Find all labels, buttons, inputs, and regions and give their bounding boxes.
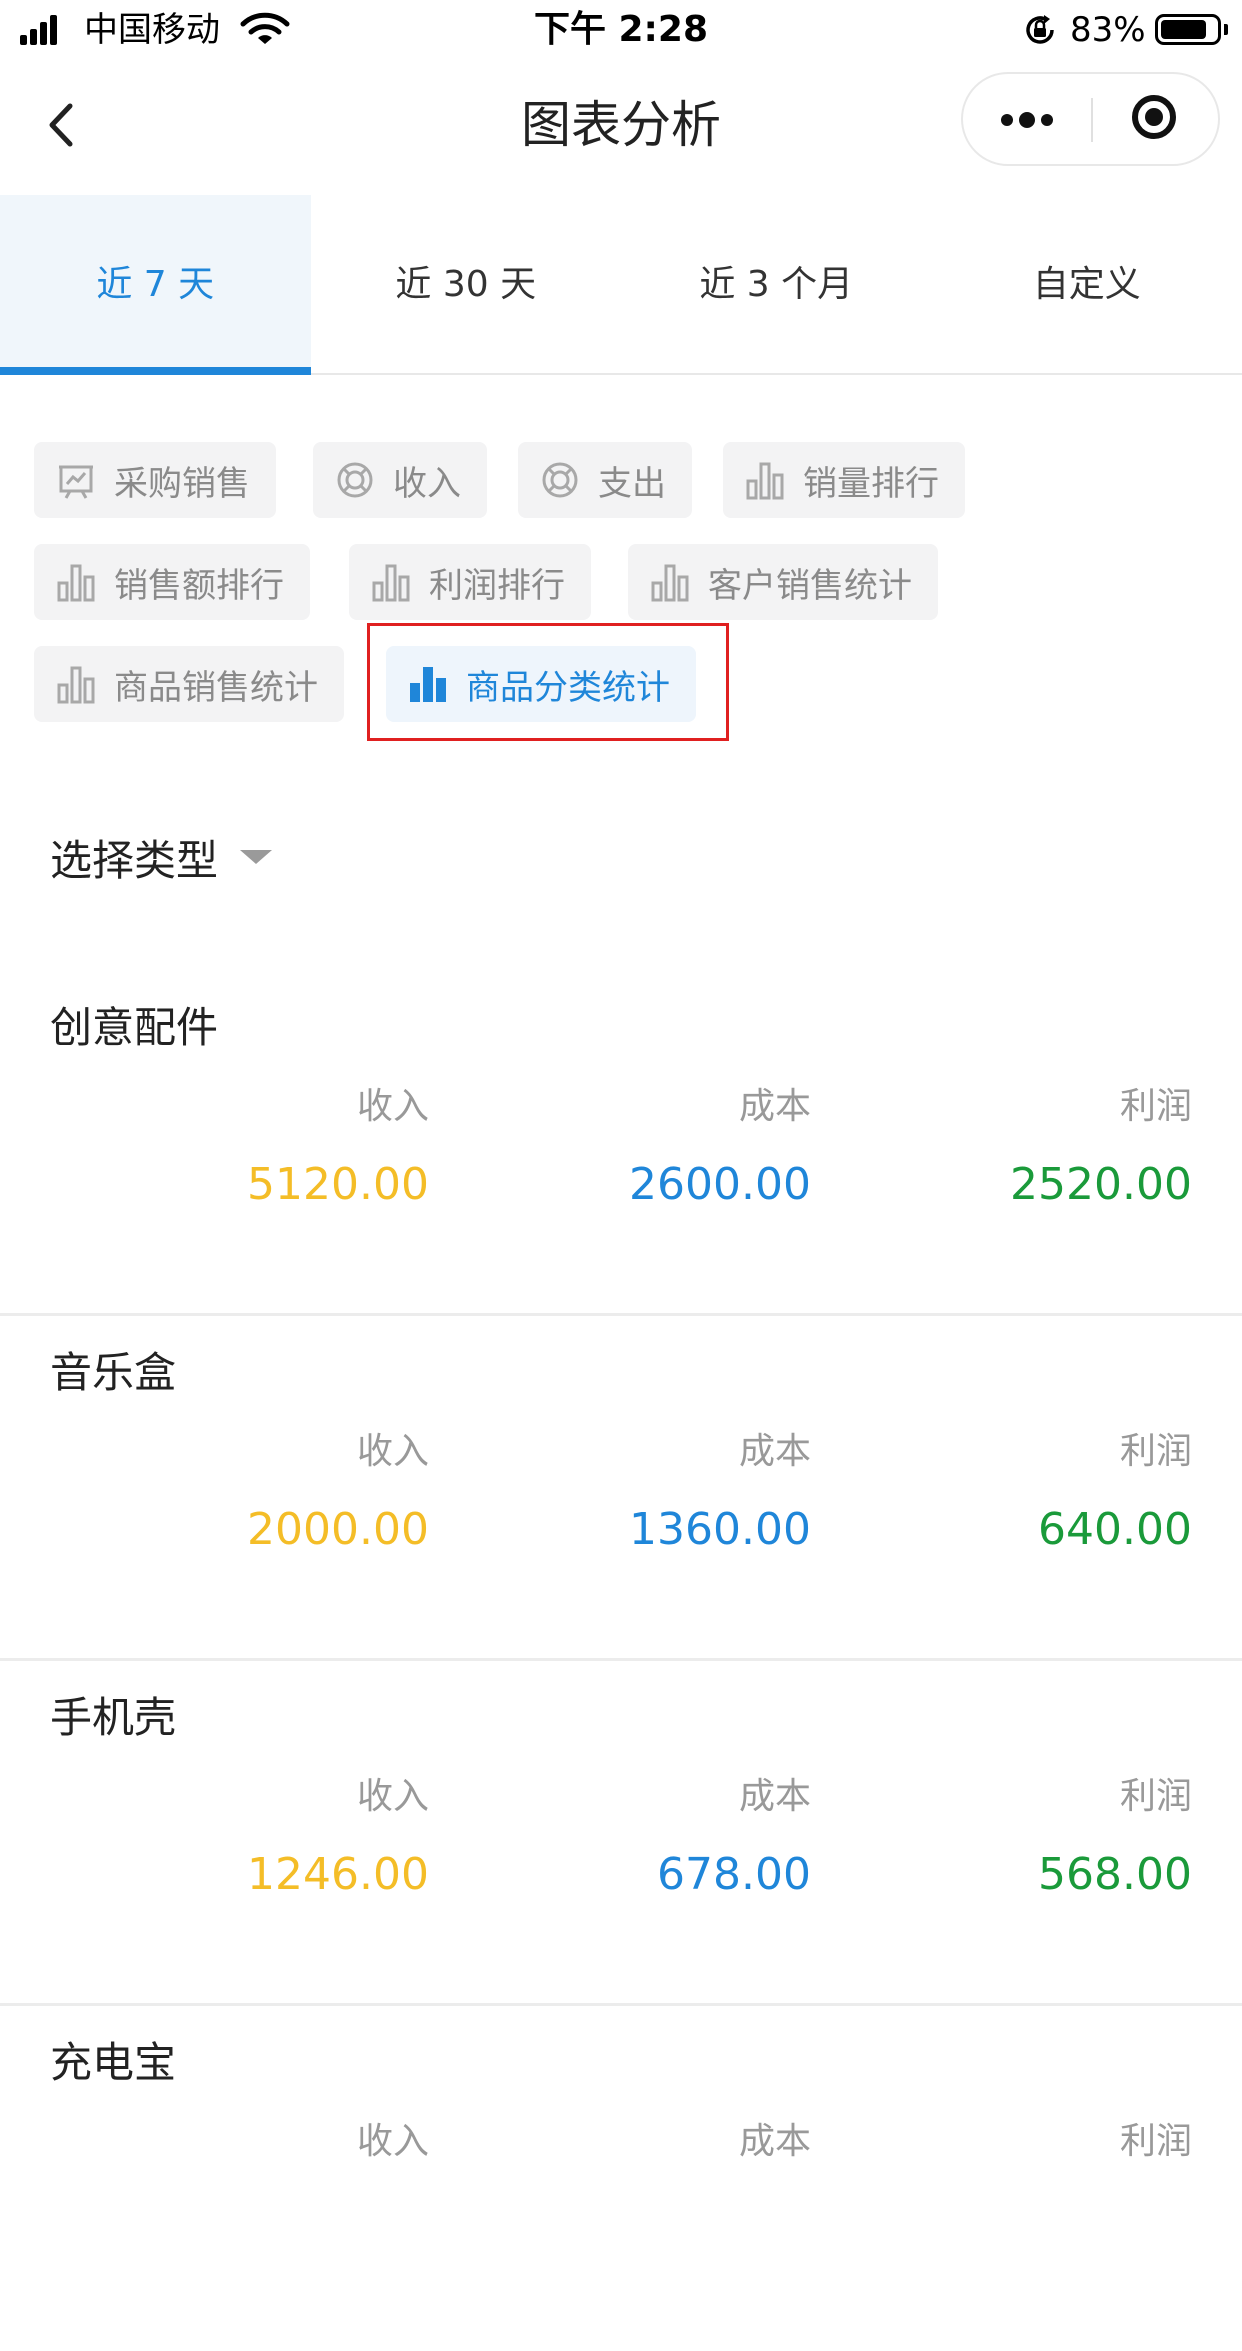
category-card: 充电宝 收入 成本 利润 xyxy=(0,2005,1242,2351)
bar-chart-icon xyxy=(650,562,690,602)
bar-chart-icon xyxy=(745,460,785,500)
profit-label: 利润 xyxy=(892,2117,1192,2167)
chip-label: 商品分类统计 xyxy=(466,660,670,709)
category-name: 充电宝 xyxy=(50,2033,176,2093)
close-miniprogram-button[interactable] xyxy=(1094,74,1218,164)
capsule-divider xyxy=(1091,98,1093,142)
cost-value: 678.00 xyxy=(471,1845,811,1905)
profit-label: 利润 xyxy=(892,1082,1192,1132)
chip-label: 客户销售统计 xyxy=(708,558,912,607)
chart-board-icon xyxy=(56,460,96,500)
chip-product-sales-stats[interactable]: 商品销售统计 xyxy=(34,646,344,722)
chip-label: 收入 xyxy=(393,456,461,505)
navigation-bar: 图表分析 xyxy=(0,60,1242,190)
chip-label: 销售额排行 xyxy=(114,558,284,607)
profit-label: 利润 xyxy=(892,1772,1192,1822)
cost-value: 2600.00 xyxy=(471,1155,811,1215)
income-label: 收入 xyxy=(129,1427,429,1477)
bar-chart-icon xyxy=(408,664,448,704)
income-value: 5120.00 xyxy=(89,1155,429,1215)
period-tabs: 近 7 天 近 30 天 近 3 个月 自定义 xyxy=(0,195,1242,375)
bar-chart-icon xyxy=(56,562,96,602)
profit-value: 640.00 xyxy=(852,1500,1192,1560)
cost-label: 成本 xyxy=(511,1427,811,1477)
more-dot-icon xyxy=(1001,114,1013,126)
chip-income[interactable]: 收入 xyxy=(313,442,487,518)
caret-down-icon xyxy=(240,850,272,864)
chip-volume-ranking[interactable]: 销量排行 xyxy=(723,442,965,518)
category-card: 手机壳 收入 成本 利润 1246.00 678.00 568.00 xyxy=(0,1660,1242,2006)
lifebuoy-icon xyxy=(540,460,580,500)
profit-value: 568.00 xyxy=(852,1845,1192,1905)
category-name: 音乐盒 xyxy=(50,1343,176,1403)
target-dot xyxy=(1145,108,1163,126)
chip-sales-amount-ranking[interactable]: 销售额排行 xyxy=(34,544,310,620)
chip-label: 利润排行 xyxy=(429,558,565,607)
tab-last-7-days[interactable]: 近 7 天 xyxy=(0,195,311,373)
category-name: 手机壳 xyxy=(50,1688,176,1748)
status-bar: 中国移动 下午 2:28 83% xyxy=(0,0,1242,60)
chip-label: 采购销售 xyxy=(114,456,250,505)
cost-label: 成本 xyxy=(511,1772,811,1822)
battery-cap xyxy=(1224,24,1228,35)
income-value: 2000.00 xyxy=(89,1500,429,1560)
tab-custom[interactable]: 自定义 xyxy=(932,195,1242,373)
more-dot-icon xyxy=(1019,112,1035,128)
battery-percent: 83% xyxy=(1070,10,1146,50)
income-value: 1246.00 xyxy=(89,1845,429,1905)
more-dot-icon xyxy=(1041,114,1053,126)
chip-label: 商品销售统计 xyxy=(114,660,318,709)
category-card: 创意配件 收入 成本 利润 5120.00 2600.00 2520.00 xyxy=(0,970,1242,1316)
more-button[interactable] xyxy=(963,74,1091,164)
lifebuoy-icon xyxy=(335,460,375,500)
battery-level xyxy=(1161,20,1206,39)
chip-product-category-stats[interactable]: 商品分类统计 xyxy=(386,646,696,722)
income-label: 收入 xyxy=(129,1082,429,1132)
chip-label: 销量排行 xyxy=(803,456,939,505)
income-label: 收入 xyxy=(129,2117,429,2167)
category-card: 音乐盒 收入 成本 利润 2000.00 1360.00 640.00 xyxy=(0,1315,1242,1661)
chip-customer-sales-stats[interactable]: 客户销售统计 xyxy=(628,544,938,620)
income-label: 收入 xyxy=(129,1772,429,1822)
chip-purchase-sales[interactable]: 采购销售 xyxy=(34,442,276,518)
cost-label: 成本 xyxy=(511,2117,811,2167)
miniprogram-capsule xyxy=(961,72,1220,166)
rotation-lock-icon xyxy=(1022,12,1058,48)
cost-value: 1360.00 xyxy=(471,1500,811,1560)
chip-label: 支出 xyxy=(598,456,666,505)
cost-label: 成本 xyxy=(511,1082,811,1132)
profit-label: 利润 xyxy=(892,1427,1192,1477)
tab-last-3-months[interactable]: 近 3 个月 xyxy=(621,195,932,373)
bar-chart-icon xyxy=(56,664,96,704)
type-filter-label: 选择类型 xyxy=(50,827,218,888)
profit-value: 2520.00 xyxy=(852,1155,1192,1215)
category-name: 创意配件 xyxy=(50,998,218,1058)
battery-icon xyxy=(1155,14,1221,45)
tab-last-30-days[interactable]: 近 30 天 xyxy=(311,195,622,373)
chip-expense[interactable]: 支出 xyxy=(518,442,692,518)
chip-profit-ranking[interactable]: 利润排行 xyxy=(349,544,591,620)
bar-chart-icon xyxy=(371,562,411,602)
type-filter-dropdown[interactable]: 选择类型 xyxy=(50,825,272,889)
